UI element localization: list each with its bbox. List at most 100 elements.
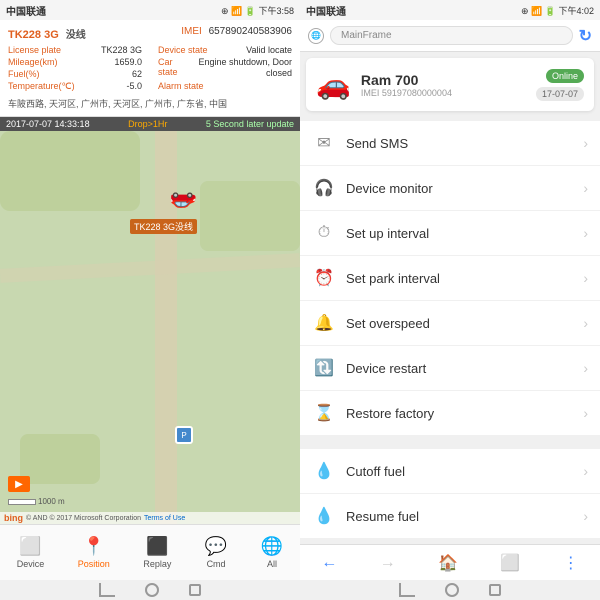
play-button[interactable]: ▶ [8, 476, 30, 492]
restart-icon: 🔃 [312, 356, 336, 380]
url-bar[interactable]: MainFrame [330, 26, 573, 45]
nav-back-icon[interactable] [99, 583, 115, 597]
icons-left: ⊕ 📶 🔋 下午3:58 [221, 4, 294, 17]
menu-item-send-sms[interactable]: ✉ Send SMS › [300, 121, 600, 166]
time-left: 下午3:58 [258, 6, 294, 16]
set-interval-label: Set up interval [346, 226, 583, 241]
nav-square-icon[interactable] [189, 584, 201, 596]
scale-bar [8, 499, 36, 505]
device-card: 🚗 Ram 700 IMEI 59197080000004 Online 17-… [306, 58, 594, 111]
nav-forward-button[interactable]: → [372, 550, 404, 576]
globe-icon: 🌐 [308, 28, 324, 44]
arrow-icon-8: › [583, 508, 588, 524]
arrow-icon-1: › [583, 180, 588, 196]
menu-gap [300, 439, 600, 445]
toolbar-left: ⬜ Device 📍 Position ⬛ Replay 💬 Cmd 🌐 All [0, 524, 300, 580]
right-device-name: Ram 700 [361, 72, 452, 88]
resume-fuel-label: Resume fuel [346, 509, 583, 524]
nav-home-icon[interactable] [145, 583, 159, 597]
set-interval-icon: ⏱ [312, 221, 336, 245]
arrow-icon-6: › [583, 405, 588, 421]
refresh-button[interactable]: ↻ [579, 26, 592, 46]
nav-home-button[interactable]: 🏠 [430, 549, 466, 577]
device-monitor-label: Device monitor [346, 181, 583, 196]
menu-section-1: ✉ Send SMS › 🎧 Device monitor › ⏱ Set up… [300, 121, 600, 435]
menu-item-restart[interactable]: 🔃 Device restart › [300, 346, 600, 391]
map-copyright: bing © AND © 2017 Microsoft Corporation … [0, 512, 300, 524]
device-icon: ⬜ [19, 536, 41, 557]
replay-label: Replay [143, 559, 171, 569]
all-label: All [267, 559, 277, 569]
menu-item-cutoff-fuel[interactable]: 💧 Cutoff fuel › [300, 449, 600, 494]
online-badge: Online [546, 69, 584, 83]
menu-item-park-interval[interactable]: ⏰ Set park interval › [300, 256, 600, 301]
tool-replay[interactable]: ⬛ Replay [135, 532, 179, 573]
arrow-icon-4: › [583, 315, 588, 331]
car-label: TK228 3G没线 [130, 219, 197, 234]
tool-device[interactable]: ⬜ Device [9, 532, 53, 573]
menu-item-device-monitor[interactable]: 🎧 Device monitor › [300, 166, 600, 211]
device-name: TK228 3G 没线 [8, 26, 86, 41]
waypoint: P [175, 426, 193, 444]
carrier-left: 中国联通 [6, 3, 46, 18]
park-interval-label: Set park interval [346, 271, 583, 286]
cmd-icon: 💬 [205, 536, 227, 557]
address: 车陂西路, 天河区, 广州市, 天河区, 广州市, 广东省, 中国 [8, 97, 292, 110]
tool-all[interactable]: 🌐 All [253, 532, 291, 573]
info-panel: TK228 3G 没线 IMEI 657890240583906 License… [0, 20, 300, 117]
cutoff-fuel-icon: 💧 [312, 459, 336, 483]
cmd-label: Cmd [207, 559, 226, 569]
road-horizontal [0, 253, 300, 283]
cutoff-fuel-label: Cutoff fuel [346, 464, 583, 479]
time-right: 下午4:02 [558, 6, 594, 16]
menu-item-overspeed[interactable]: 🔔 Set overspeed › [300, 301, 600, 346]
arrow-icon-2: › [583, 225, 588, 241]
position-label: Position [78, 559, 110, 569]
menu-item-restore[interactable]: ⌛ Restore factory › [300, 391, 600, 435]
tool-cmd[interactable]: 💬 Cmd [197, 532, 235, 573]
arrow-icon-5: › [583, 360, 588, 376]
map-time-bar: 2017-07-07 14:33:18 Drop>1Hr 5 Second la… [0, 117, 300, 131]
resume-fuel-icon: 💧 [312, 504, 336, 528]
imei-row: IMEI 657890240583906 [181, 26, 292, 41]
overspeed-icon: 🔔 [312, 311, 336, 335]
browser-bar: 🌐 MainFrame ↻ [300, 20, 600, 52]
all-icon: 🌐 [261, 536, 283, 557]
tool-position[interactable]: 📍 Position [70, 532, 118, 573]
car-marker: 🚗 TK228 3G没线 [130, 191, 197, 234]
arrow-icon-3: › [583, 270, 588, 286]
icons-right: ⊕ 📶 🔋 下午4:02 [521, 4, 594, 17]
send-sms-icon: ✉ [312, 131, 336, 155]
arrow-icon-0: › [583, 135, 588, 151]
replay-icon: ⬛ [146, 536, 168, 557]
menu-list: ✉ Send SMS › 🎧 Device monitor › ⏱ Set up… [300, 117, 600, 544]
nav-tabs-button[interactable]: ⬜ [492, 549, 528, 577]
nav-bar-left [0, 580, 300, 600]
car-silhouette-icon: 🚗 [316, 68, 351, 101]
menu-item-set-interval[interactable]: ⏱ Set up interval › [300, 211, 600, 256]
car-icon: 🚗 [130, 191, 197, 217]
right-device-imei: IMEI 59197080000004 [361, 88, 452, 98]
nav-back-icon-right[interactable] [399, 583, 415, 597]
carrier-right: 中国联通 [306, 3, 346, 18]
send-sms-label: Send SMS [346, 136, 583, 151]
status-bar-right: 中国联通 ⊕ 📶 🔋 下午4:02 [300, 0, 600, 20]
nav-back-button[interactable]: ← [313, 550, 345, 576]
nav-more-button[interactable]: ⋮ [555, 549, 587, 577]
menu-item-resume-fuel[interactable]: 💧 Resume fuel › [300, 494, 600, 538]
nav-home-icon-right[interactable] [445, 583, 459, 597]
map-update: 5 Second later update [206, 119, 294, 129]
park-interval-icon: ⏰ [312, 266, 336, 290]
map-datetime: 2017-07-07 14:33:18 [6, 119, 90, 129]
road-vertical [155, 131, 177, 524]
position-icon: 📍 [83, 536, 105, 557]
map-area: 🚗 TK228 3G没线 P ▶ 1000 m bing © AND © 201… [0, 131, 300, 524]
nav-square-icon-right[interactable] [489, 584, 501, 596]
bottom-nav-right: ← → 🏠 ⬜ ⋮ [300, 544, 600, 580]
menu-section-2: 💧 Cutoff fuel › 💧 Resume fuel › [300, 449, 600, 538]
scale-container: ▶ 1000 m [4, 497, 65, 506]
nav-bar-right [300, 580, 600, 600]
left-panel: 中国联通 ⊕ 📶 🔋 下午3:58 TK228 3G 没线 IMEI 65789… [0, 0, 300, 600]
restore-label: Restore factory [346, 406, 583, 421]
status-bar-left: 中国联通 ⊕ 📶 🔋 下午3:58 [0, 0, 300, 20]
